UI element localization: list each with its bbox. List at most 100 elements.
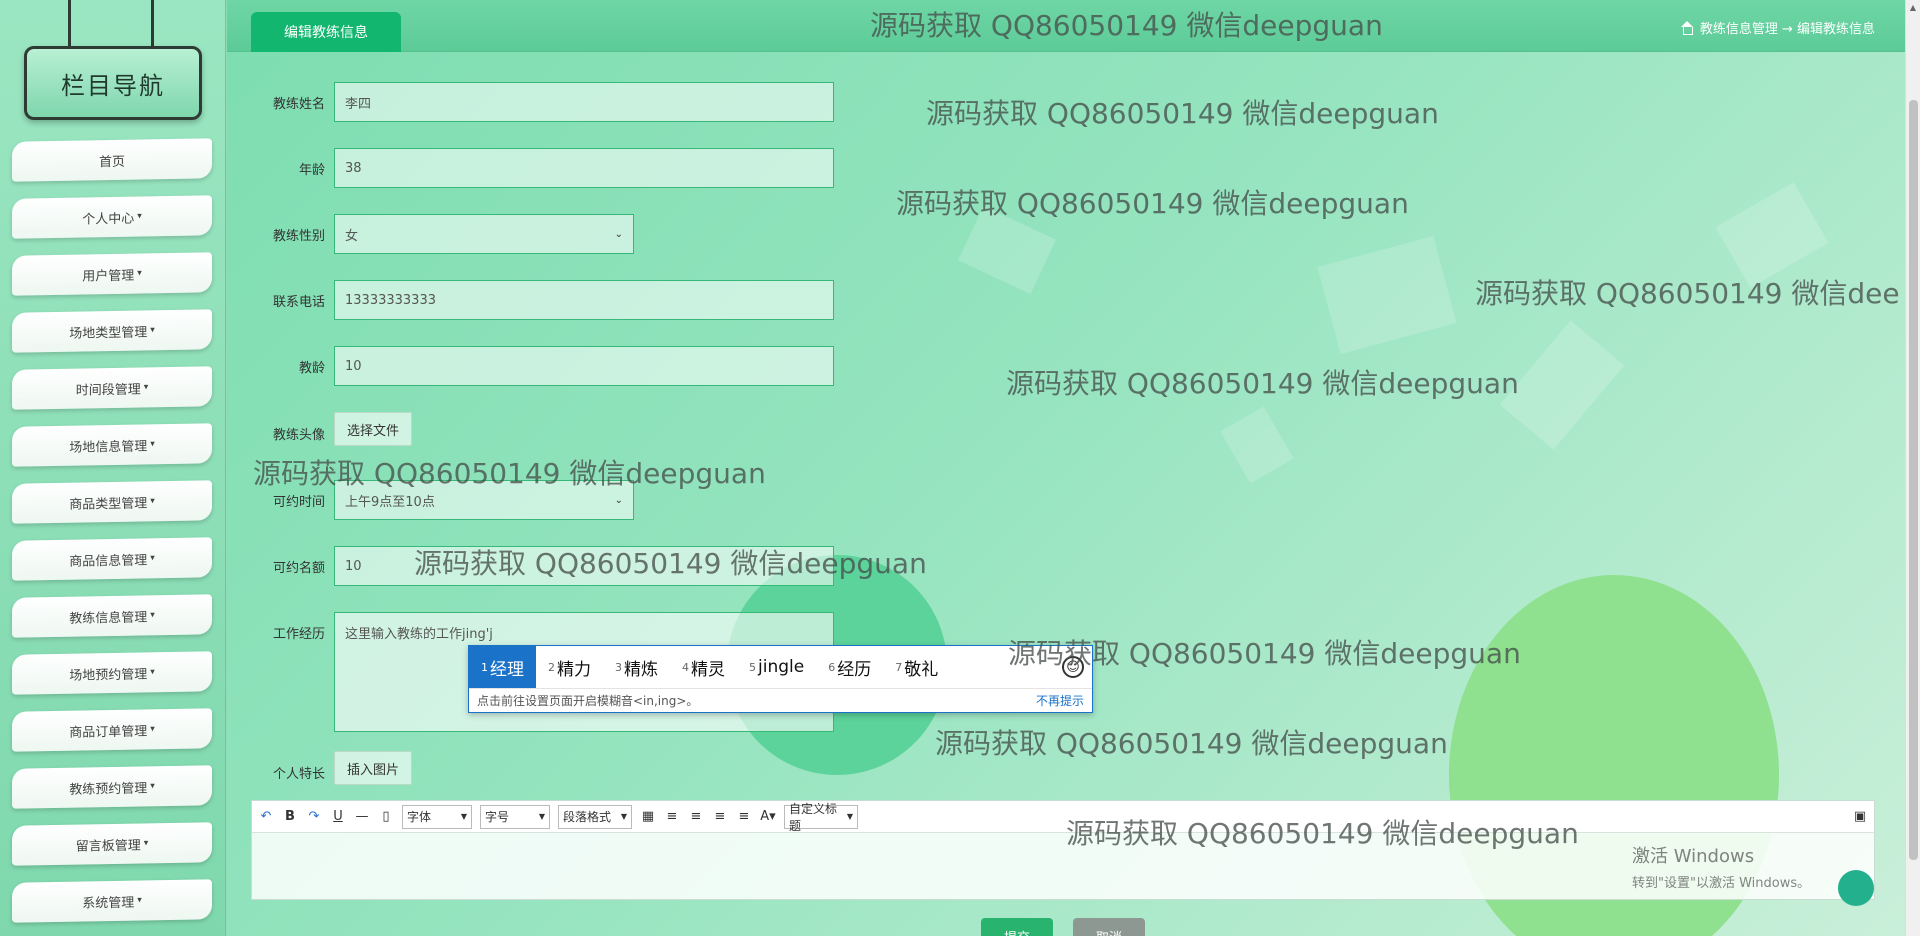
font-select[interactable]: 字体 ▼ bbox=[402, 804, 472, 829]
caret-down-icon: ▾ bbox=[150, 781, 155, 792]
horizontal-rule-icon[interactable]: — bbox=[354, 807, 370, 827]
floating-action-icon[interactable] bbox=[1838, 870, 1874, 906]
tab-edit-coach[interactable]: 编辑教练信息 bbox=[251, 12, 401, 52]
time-label: 可约时间 bbox=[272, 495, 325, 510]
hanger-rope-right bbox=[151, 0, 154, 48]
watermark-text: 源码获取 QQ86050149 微信deepguan bbox=[1066, 817, 1579, 850]
sidebar-item[interactable]: 场地信息管理 ▾ bbox=[12, 423, 212, 467]
scrollbar-thumb[interactable] bbox=[1909, 100, 1918, 860]
custom-title-label: 自定义标题 bbox=[789, 801, 838, 833]
custom-title-select[interactable]: 自定义标题 ▼ bbox=[784, 802, 858, 833]
bold-icon[interactable]: B bbox=[282, 807, 298, 827]
font-color-icon[interactable]: A▾ bbox=[760, 807, 776, 827]
insert-image-button[interactable]: 插入图片 bbox=[334, 751, 413, 785]
ime-candidate-text: 经理 bbox=[490, 659, 524, 680]
sidebar-item[interactable]: 留言板管理 ▾ bbox=[12, 822, 212, 866]
watermark-text: 源码获取 QQ86050149 微信deepguan bbox=[896, 187, 1409, 220]
watermark-text: 源码获取 QQ86050149 微信deepguan bbox=[935, 727, 1448, 760]
size-select[interactable]: 字号 ▼ bbox=[480, 804, 550, 829]
align-center-icon[interactable]: ≡ bbox=[712, 807, 728, 827]
caret-down-icon: ▾ bbox=[137, 895, 142, 906]
name-input[interactable]: 李四 bbox=[334, 82, 834, 122]
ime-candidate-popup: 1 经理 2 精力 3 精炼 4 精灵 5 jingle 6 经历 7 敬礼 ☺ 点击前往设置页面开启模糊音… bbox=[468, 645, 1093, 713]
scroll-up-arrow-icon[interactable]: ▲ bbox=[1906, 0, 1920, 15]
chevron-down-icon: ⌄ bbox=[614, 494, 623, 506]
sidebar-item[interactable]: 系统管理 ▾ bbox=[12, 879, 212, 923]
breadcrumb: 教练信息管理 → 编辑教练信息 bbox=[1680, 18, 1875, 37]
ime-candidate[interactable]: 7 敬礼 bbox=[883, 646, 950, 688]
caret-down-icon: ▾ bbox=[143, 838, 149, 849]
sidebar-item[interactable]: 时间段管理 ▾ bbox=[12, 366, 212, 410]
document-icon[interactable]: ▯ bbox=[378, 807, 394, 827]
cancel-button[interactable]: 取消 bbox=[1073, 918, 1145, 936]
paragraph-select[interactable]: 段落格式 ▼ bbox=[558, 804, 632, 829]
sidebar-item-label: 留言板管理 bbox=[75, 837, 141, 855]
sidebar-item[interactable]: 首页 bbox=[12, 138, 212, 182]
undo-icon[interactable]: ↶ bbox=[258, 807, 274, 827]
sidebar-item-label: 场地信息管理 bbox=[69, 438, 148, 456]
activation-title: 激活 Windows bbox=[1632, 846, 1755, 867]
sidebar-item[interactable]: 个人中心 ▾ bbox=[12, 195, 212, 239]
ime-dismiss-link[interactable]: 不再提示 bbox=[1036, 692, 1084, 709]
submit-button[interactable]: 提交 bbox=[981, 918, 1053, 936]
nav-title: 栏目导航 bbox=[24, 46, 202, 120]
ime-candidate-number: 1 bbox=[481, 660, 488, 674]
align-right-icon[interactable]: ≡ bbox=[688, 807, 704, 827]
table-icon[interactable]: ▦ bbox=[640, 807, 656, 827]
choose-file-button[interactable]: 选择文件 bbox=[334, 412, 413, 446]
ime-candidate-number: 7 bbox=[895, 660, 903, 674]
sidebar-item[interactable]: 教练信息管理 ▾ bbox=[12, 594, 212, 638]
scrollbar[interactable]: ▲ bbox=[1905, 0, 1920, 936]
sidebar-item-label: 时间段管理 bbox=[75, 381, 141, 399]
years-input[interactable]: 10 bbox=[334, 346, 834, 386]
ime-hint[interactable]: 点击前往设置页面开启模糊音<in,ing>。 bbox=[477, 692, 698, 709]
years-label: 教龄 bbox=[298, 361, 325, 376]
phone-input[interactable]: 13333333333 bbox=[334, 280, 834, 320]
caret-down-icon: ▾ bbox=[150, 439, 155, 450]
font-select-label: 字体 bbox=[407, 810, 432, 824]
ime-candidate-number: 5 bbox=[749, 660, 756, 674]
breadcrumb-text: 教练信息管理 → 编辑教练信息 bbox=[1699, 22, 1875, 37]
ime-candidate-list: 1 经理 2 精力 3 精炼 4 精灵 5 jingle 6 经历 7 敬礼 ☺ bbox=[469, 646, 1092, 688]
sidebar-item[interactable]: 商品订单管理 ▾ bbox=[12, 708, 212, 752]
ime-candidate[interactable]: 3 精炼 bbox=[603, 646, 670, 688]
fullscreen-icon[interactable]: ▣ bbox=[1852, 807, 1868, 827]
age-input[interactable]: 38 bbox=[334, 148, 834, 188]
watermark-text: 源码获取 QQ86050149 微信deepguan bbox=[414, 547, 927, 580]
size-select-label: 字号 bbox=[485, 810, 510, 824]
caret-down-icon: ▾ bbox=[137, 211, 142, 222]
watermark-text: 源码获取 QQ86050149 微信deepguan bbox=[1008, 637, 1521, 670]
ime-candidate[interactable]: 2 精力 bbox=[536, 646, 603, 688]
ime-candidate-number: 6 bbox=[828, 660, 836, 674]
nav-list: 首页 个人中心 ▾ 用户管理 ▾ 场地类型管理 ▾ 时间段管理 ▾ 场地信息管理 ▾ 商品类型管理 ▾ 商… bbox=[12, 138, 212, 936]
align-left-icon[interactable]: ≡ bbox=[664, 807, 680, 827]
experience-label: 工作经历 bbox=[272, 627, 325, 642]
ime-candidate[interactable]: 6 经历 bbox=[816, 646, 883, 688]
sidebar-item-label: 场地类型管理 bbox=[69, 324, 148, 342]
ime-candidate[interactable]: 5 jingle bbox=[737, 646, 816, 688]
sidebar-item-label: 商品信息管理 bbox=[69, 552, 148, 570]
sidebar-item[interactable]: 用户管理 ▾ bbox=[12, 252, 212, 296]
underline-icon[interactable]: U bbox=[330, 807, 346, 827]
sidebar: 栏目导航 首页 个人中心 ▾ 用户管理 ▾ 场地类型管理 ▾ 时间段管理 ▾ 场地信息管理 ▾ 商品类… bbox=[0, 0, 226, 936]
caret-down-icon: ▾ bbox=[150, 325, 155, 336]
ime-candidate-text: 精炼 bbox=[624, 659, 658, 680]
align-justify-icon[interactable]: ≡ bbox=[736, 807, 752, 827]
sidebar-item[interactable]: 商品信息管理 ▾ bbox=[12, 537, 212, 581]
ime-candidate[interactable]: 1 经理 bbox=[469, 646, 536, 688]
chevron-down-icon: ▼ bbox=[846, 812, 853, 821]
sidebar-item[interactable]: 商品类型管理 ▾ bbox=[12, 480, 212, 524]
home-icon[interactable] bbox=[1680, 20, 1694, 35]
experience-text: 这里输入教练的工作jing'j bbox=[345, 627, 493, 642]
caret-down-icon: ▾ bbox=[143, 382, 149, 393]
sidebar-item-label: 系统管理 bbox=[82, 895, 135, 912]
sidebar-item[interactable]: 教练预约管理 ▾ bbox=[12, 765, 212, 809]
chevron-down-icon: ▼ bbox=[460, 812, 467, 821]
sidebar-item[interactable]: 场地类型管理 ▾ bbox=[12, 309, 212, 353]
gender-select[interactable]: 女 ⌄ bbox=[334, 214, 634, 254]
chevron-down-icon: ⌄ bbox=[614, 228, 623, 240]
sidebar-item[interactable]: 场地预约管理 ▾ bbox=[12, 651, 212, 695]
redo-icon[interactable]: ↷ bbox=[306, 807, 322, 827]
ime-candidate[interactable]: 4 精灵 bbox=[670, 646, 737, 688]
sidebar-item-label: 个人中心 bbox=[82, 211, 135, 228]
